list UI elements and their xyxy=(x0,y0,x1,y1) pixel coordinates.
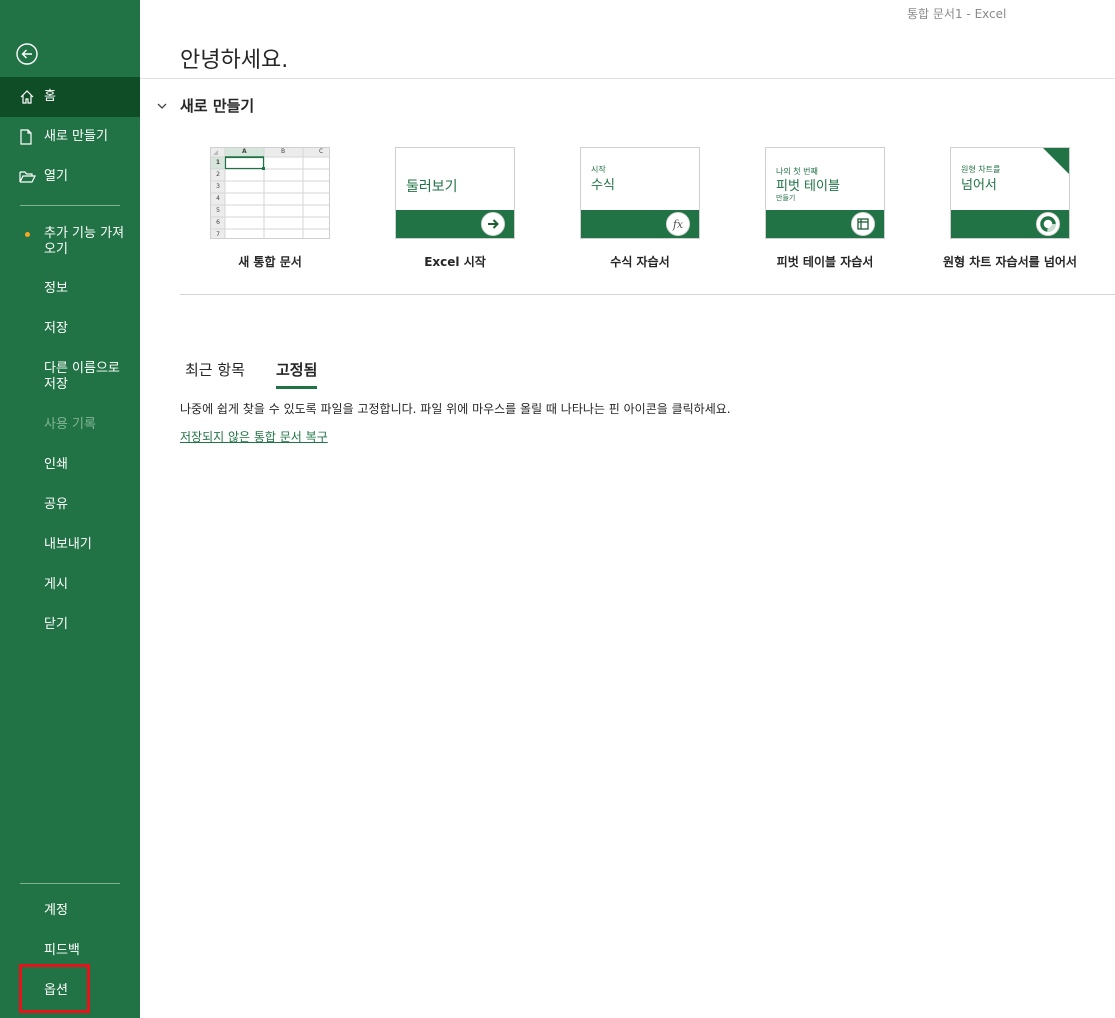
donut-chart-icon xyxy=(1036,212,1060,236)
column-header: C xyxy=(319,148,324,155)
row-header: 1 xyxy=(215,159,221,166)
sidebar-divider xyxy=(20,883,120,884)
new-ribbon-icon xyxy=(1043,148,1069,174)
row-header: 3 xyxy=(216,183,220,190)
thumbnail-title: 피벗 테이블 xyxy=(776,179,840,194)
thumbnail-title: 수식 xyxy=(591,178,615,193)
thumbnail-title: 둘러보기 xyxy=(406,179,458,195)
backstage-sidebar: 홈 새로 만들기 열기 추가 기능 가져 오기 정보 저장 다른 이름으로 저장… xyxy=(0,0,140,1018)
sidebar-item-label: 게시 xyxy=(44,577,68,592)
sidebar-item-history: 사용 기록 xyxy=(0,417,140,437)
row-headers: 1 2 3 4 5 6 7 xyxy=(211,157,225,238)
sidebar-item-label: 저장 xyxy=(44,321,68,336)
sidebar-item-label: 홈 xyxy=(44,89,56,104)
tab-pinned[interactable]: 고정됨 xyxy=(276,359,318,389)
home-icon xyxy=(20,90,34,104)
row-header: 7 xyxy=(216,231,220,238)
function-fx-icon: fx xyxy=(666,212,690,236)
sidebar-item-label: 인쇄 xyxy=(44,457,68,472)
sidebar-item-label: 새로 만들기 xyxy=(44,129,108,144)
sidebar-item-label: 공유 xyxy=(44,497,68,512)
template-pie-chart-tutorial[interactable]: 원형 차트를 넘어서 원형 차트 자습서를 넘어서 xyxy=(920,147,1100,270)
back-arrow-circle-icon[interactable] xyxy=(16,43,38,65)
options-highlight-box xyxy=(19,964,90,1013)
thumbnail-title: 넘어서 xyxy=(961,178,997,193)
sidebar-item-label: 열기 xyxy=(44,169,68,184)
template-blank-workbook[interactable]: A B C 1 2 3 4 5 6 7 새 통합 문서 xyxy=(180,147,360,270)
sidebar-item-publish[interactable]: 게시 xyxy=(0,577,140,597)
pie-chart-tutorial-thumbnail: 원형 차트를 넘어서 xyxy=(950,147,1070,239)
sidebar-item-export[interactable]: 내보내기 xyxy=(0,537,140,557)
template-label: 수식 자습서 xyxy=(610,255,670,269)
blank-workbook-thumbnail: A B C 1 2 3 4 5 6 7 xyxy=(210,147,330,239)
sidebar-item-share[interactable]: 공유 xyxy=(0,497,140,517)
column-header: A xyxy=(242,148,247,155)
new-section-title: 새로 만들기 xyxy=(180,97,255,115)
sidebar-item-save-as[interactable]: 다른 이름으로 저장 xyxy=(0,361,140,395)
sidebar-item-label: 다른 이름으로 저장 xyxy=(44,361,120,392)
sidebar-item-feedback[interactable]: 피드백 xyxy=(0,943,140,963)
sidebar-divider xyxy=(20,205,120,206)
pivot-tutorial-thumbnail: 나의 첫 번째 피벗 테이블 만들기 xyxy=(765,147,885,239)
row-header: 4 xyxy=(216,195,220,202)
arrow-right-icon xyxy=(481,212,505,236)
sidebar-item-get-addins[interactable]: 추가 기능 가져 오기 xyxy=(0,226,140,260)
template-label: 피벗 테이블 자습서 xyxy=(776,255,874,269)
open-folder-icon xyxy=(19,171,36,183)
sidebar-item-label: 피드백 xyxy=(44,943,80,958)
column-header: B xyxy=(281,148,286,155)
sidebar-item-label: 계정 xyxy=(44,903,68,918)
template-label: Excel 시작 xyxy=(424,255,486,269)
section-divider xyxy=(180,294,1115,295)
sidebar-item-open[interactable]: 열기 xyxy=(0,169,140,189)
excel-tour-thumbnail: 둘러보기 xyxy=(395,147,515,239)
page-title: 안녕하세요. xyxy=(180,48,289,73)
sidebar-item-save[interactable]: 저장 xyxy=(0,321,140,341)
sidebar-item-new[interactable]: 새로 만들기 xyxy=(0,129,140,149)
new-document-icon xyxy=(20,129,32,145)
sidebar-item-home[interactable]: 홈 xyxy=(0,77,140,117)
formula-tutorial-thumbnail: 시작 수식 fx xyxy=(580,147,700,239)
sidebar-item-label: 추가 기능 가져 오기 xyxy=(44,226,125,257)
sidebar-item-close[interactable]: 닫기 xyxy=(0,617,140,637)
sidebar-item-label: 사용 기록 xyxy=(44,417,96,432)
chevron-down-icon xyxy=(157,103,167,109)
sidebar-item-label: 닫기 xyxy=(44,617,68,632)
pinned-empty-message: 나중에 쉽게 찾을 수 있도록 파일을 고정합니다. 파일 위에 마우스를 올릴… xyxy=(180,402,731,416)
row-header: 2 xyxy=(216,171,220,178)
sidebar-item-account[interactable]: 계정 xyxy=(0,903,140,923)
spreadsheet-grid-icon xyxy=(211,148,329,238)
template-label: 원형 차트 자습서를 넘어서 xyxy=(943,255,1077,269)
row-header: 6 xyxy=(216,219,220,226)
row-header: 5 xyxy=(216,207,220,214)
window-title: 통합 문서1 - Excel xyxy=(907,7,1007,21)
template-pivot-tutorial[interactable]: 나의 첫 번째 피벗 테이블 만들기 피벗 테이블 자습서 xyxy=(735,147,915,270)
thumbnail-subtitle-2: 만들기 xyxy=(776,194,796,202)
template-formula-tutorial[interactable]: 시작 수식 fx 수식 자습서 xyxy=(550,147,730,270)
tab-recent[interactable]: 최근 항목 xyxy=(185,359,245,386)
template-excel-tour[interactable]: 둘러보기 Excel 시작 xyxy=(365,147,545,270)
pivot-table-icon xyxy=(851,212,875,236)
header-divider xyxy=(140,78,1115,79)
sidebar-item-info[interactable]: 정보 xyxy=(0,281,140,301)
template-label: 새 통합 문서 xyxy=(238,255,302,269)
sidebar-item-label: 정보 xyxy=(44,281,68,296)
new-section-toggle[interactable]: 새로 만들기 xyxy=(156,95,254,116)
sidebar-item-print[interactable]: 인쇄 xyxy=(0,457,140,477)
column-headers: A B C xyxy=(211,148,329,157)
new-indicator-dot xyxy=(25,232,30,237)
sidebar-item-label: 내보내기 xyxy=(44,537,92,552)
recover-unsaved-workbooks-link[interactable]: 저장되지 않은 통합 문서 복구 xyxy=(180,428,328,445)
